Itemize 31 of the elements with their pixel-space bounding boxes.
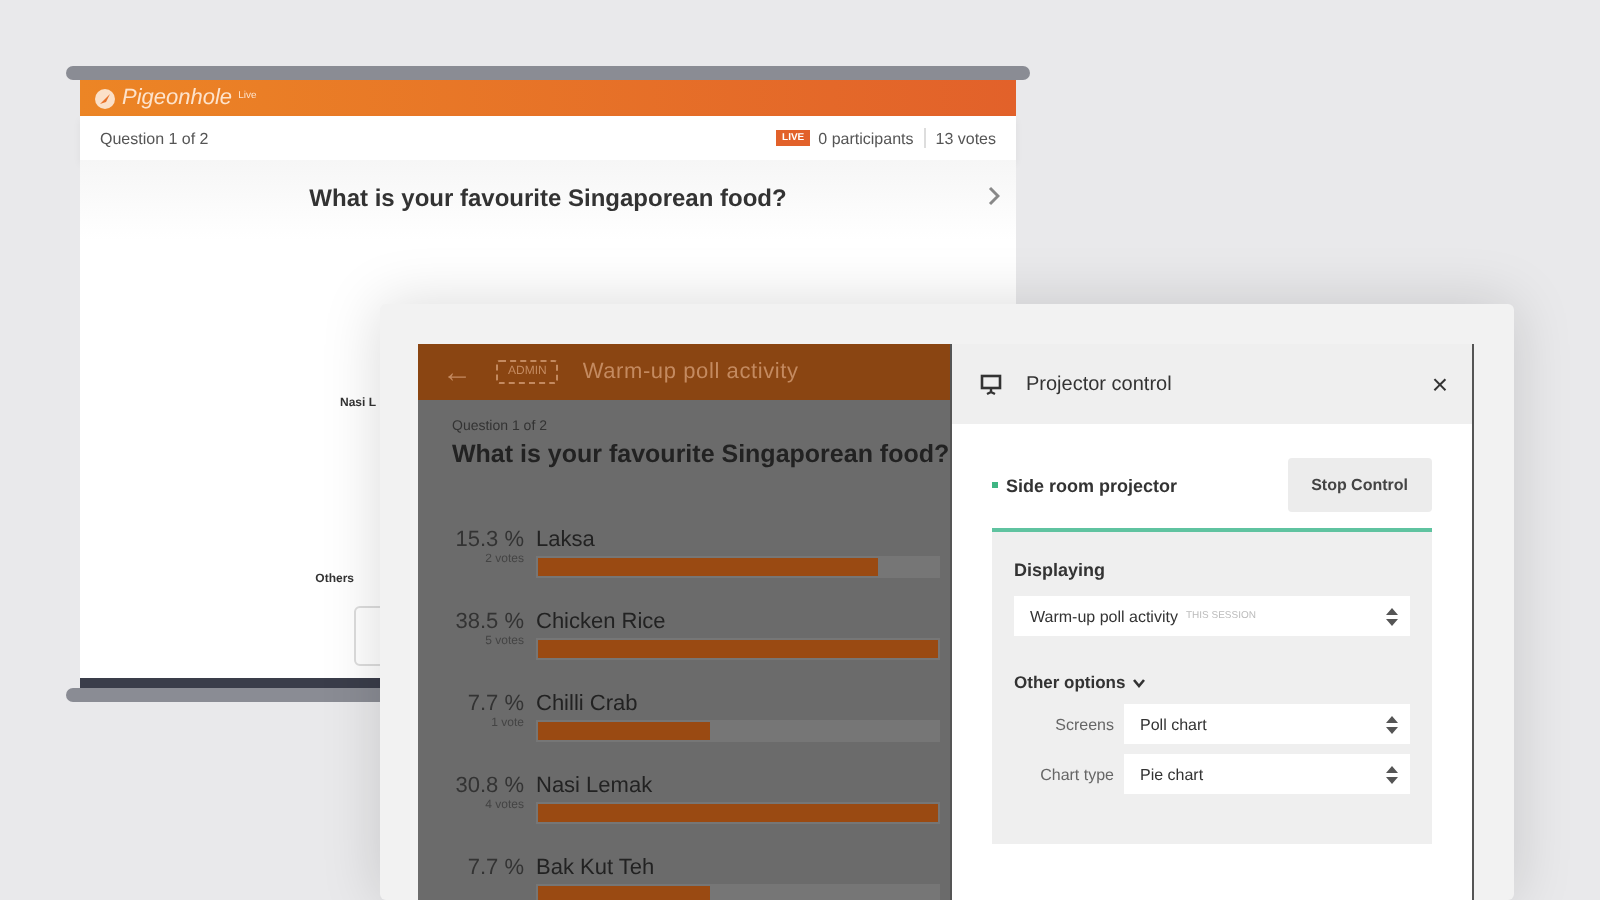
sort-arrows-icon bbox=[1386, 765, 1398, 783]
chevron-right-icon[interactable] bbox=[988, 186, 1000, 206]
panel-title: Projector control bbox=[1026, 373, 1172, 395]
question-title: What is your favourite Singaporean food? bbox=[307, 184, 789, 212]
projector-screen-icon bbox=[980, 373, 1002, 395]
question-counter: Question 1 of 2 bbox=[100, 129, 209, 147]
participant-count: 0 participants bbox=[818, 129, 914, 147]
other-options-toggle[interactable]: Other options bbox=[1014, 672, 1146, 692]
percent-value: 7.7 % bbox=[465, 856, 524, 882]
stop-control-button[interactable]: Stop Control bbox=[1287, 458, 1432, 512]
answer-label: Bak Kut Teh bbox=[536, 856, 657, 882]
answer-label: Laksa bbox=[536, 528, 597, 554]
close-button[interactable]: × bbox=[1431, 368, 1448, 400]
dropdown-field[interactable]: Poll chart bbox=[1124, 704, 1410, 744]
answer-label: Chicken Rice bbox=[536, 610, 668, 636]
field-label: Screens bbox=[1053, 715, 1114, 733]
answer-label: Nasi Lemak bbox=[536, 774, 655, 800]
answer-label: Chilli Crab bbox=[536, 692, 640, 718]
section-heading: Displaying bbox=[1014, 560, 1108, 580]
percent-value: 7.7 % bbox=[465, 692, 524, 717]
percent-value: 15.3 % bbox=[453, 528, 524, 553]
percent-value: 38.5 % bbox=[453, 610, 524, 635]
question-title: What is your favourite Singaporean food? bbox=[452, 440, 950, 468]
projector-name: Side room projector bbox=[1006, 475, 1178, 495]
field-label: Chart type bbox=[1038, 765, 1114, 783]
sort-arrows-icon bbox=[1386, 607, 1398, 625]
activity-title: Warm-up poll activity bbox=[582, 360, 799, 384]
percent-value: 30.8 % bbox=[453, 774, 524, 799]
sort-arrows-icon bbox=[1386, 715, 1398, 733]
dropdown-field[interactable]: Pie chart bbox=[1124, 754, 1410, 794]
vote-count: 13 votes bbox=[935, 129, 996, 147]
